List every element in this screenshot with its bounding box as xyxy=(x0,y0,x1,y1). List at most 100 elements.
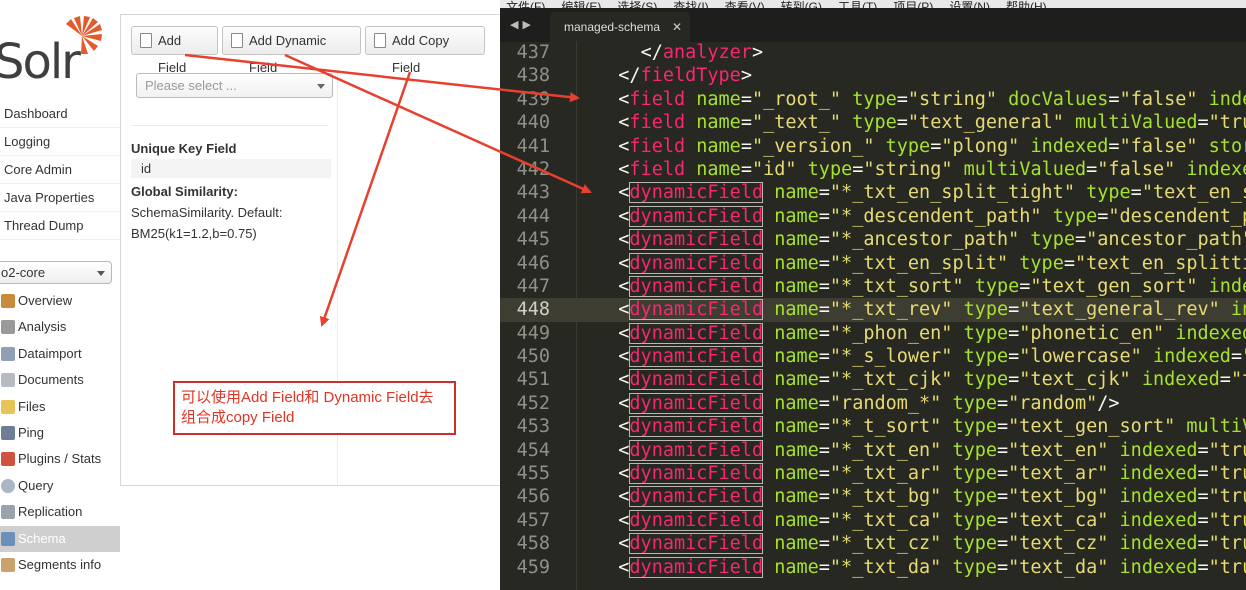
core-nav-label: Dataimport xyxy=(18,345,82,361)
line-number: 439 xyxy=(516,88,550,110)
code-line[interactable]: 452 <dynamicField name="random_*" type="… xyxy=(500,392,1246,415)
code-line[interactable]: 450 <dynamicField name="*_s_lower" type=… xyxy=(500,345,1246,368)
core-nav-files[interactable]: Files xyxy=(0,394,120,420)
code-line[interactable]: 445 <dynamicField name="*_ancestor_path"… xyxy=(500,228,1246,251)
nav-logging[interactable]: Logging xyxy=(0,128,120,156)
code-line[interactable]: 440 <field name="_text_" type="text_gene… xyxy=(500,111,1246,134)
field-select-placeholder: Please select ... xyxy=(145,78,237,93)
add-copy-field-button[interactable]: Add Copy Field xyxy=(365,26,485,75)
menu-item[interactable]: 项目(P) xyxy=(893,0,933,8)
solr-admin: Solr Dashboard Logging Core Admin Java P… xyxy=(0,0,500,590)
menu-item[interactable]: 编辑(E) xyxy=(561,0,601,8)
tab-nav-arrows-icon[interactable]: ◀▶ xyxy=(510,18,535,31)
line-number: 456 xyxy=(516,486,550,508)
menu-item[interactable]: 转到(G) xyxy=(781,0,822,8)
menu-item[interactable]: 工具(T) xyxy=(838,0,877,8)
menu-item[interactable]: 文件(F) xyxy=(506,0,545,8)
code-area[interactable]: 437 </analyzer> 438 </fieldType> 439 <fiel… xyxy=(500,41,1246,579)
tab-title: managed-schema xyxy=(564,20,661,34)
book-icon xyxy=(1,531,15,546)
field-select[interactable]: Please select ... xyxy=(136,73,333,98)
code-line[interactable]: 441 <field name="_version_" type="plong"… xyxy=(500,135,1246,158)
line-number: 442 xyxy=(516,158,550,180)
line-number: 459 xyxy=(516,556,550,578)
core-nav-plugins-stats[interactable]: Plugins / Stats xyxy=(0,446,120,472)
code-line[interactable]: 439 <field name="_root_" type="string" d… xyxy=(500,88,1246,111)
core-nav-dataimport[interactable]: Dataimport xyxy=(0,341,120,367)
menu-item[interactable]: 查看(V) xyxy=(725,0,765,8)
nav-thread-dump[interactable]: Thread Dump xyxy=(0,212,120,240)
code-line[interactable]: 443 <dynamicField name="*_txt_en_split_t… xyxy=(500,181,1246,204)
code-line[interactable]: 451 <dynamicField name="*_txt_cjk" type=… xyxy=(500,368,1246,391)
documents-icon xyxy=(1,373,15,388)
menu-item[interactable]: 选择(S) xyxy=(617,0,657,8)
code-line[interactable]: 438 </fieldType> xyxy=(500,64,1246,87)
core-nav-label: Ping xyxy=(18,424,45,440)
line-number: 457 xyxy=(516,509,550,531)
menu-item[interactable]: 查找(I) xyxy=(673,0,708,8)
core-nav-label: Replication xyxy=(18,504,83,520)
code-line[interactable]: 454 <dynamicField name="*_txt_en" type="… xyxy=(500,439,1246,462)
menu-item[interactable]: 帮助(H) xyxy=(1006,0,1047,8)
code-line[interactable]: 458 <dynamicField name="*_txt_cz" type="… xyxy=(500,532,1246,555)
tab-bar: ◀▶ managed-schema ✕ xyxy=(500,8,1246,42)
add-field-button[interactable]: Add Field xyxy=(131,26,218,75)
code-line[interactable]: 447 <dynamicField name="*_txt_sort" type… xyxy=(500,275,1246,298)
code-text: <dynamicField name="*_txt_en_split_tight… xyxy=(618,182,1246,204)
segments-icon xyxy=(1,557,15,572)
button-label: Add Copy Field xyxy=(392,33,450,75)
code-line[interactable]: 456 <dynamicField name="*_txt_bg" type="… xyxy=(500,485,1246,508)
tab-managed-schema[interactable]: managed-schema ✕ xyxy=(550,12,690,42)
code-line[interactable]: 437 </analyzer> xyxy=(500,41,1246,64)
core-nav-analysis[interactable]: Analysis xyxy=(0,314,120,340)
code-text: <dynamicField name="*_txt_sort" type="te… xyxy=(618,275,1246,297)
add-dynamic-field-button[interactable]: Add Dynamic Field xyxy=(222,26,361,75)
similarity-line-1: SchemaSimilarity. Default: xyxy=(131,205,283,220)
close-icon[interactable]: ✕ xyxy=(672,12,682,42)
core-nav-query[interactable]: Query xyxy=(0,473,120,499)
code-text: <dynamicField name="*_txt_cz" type="text… xyxy=(618,533,1246,555)
line-number: 437 xyxy=(516,42,550,63)
documents-icon xyxy=(231,33,243,48)
core-nav: Overview Analysis Dataimport Documents F… xyxy=(0,288,120,578)
line-number: 446 xyxy=(516,252,550,274)
core-nav-label: Plugins / Stats xyxy=(18,451,102,467)
code-line[interactable]: 442 <field name="id" type="string" multi… xyxy=(500,158,1246,181)
nav-core-admin[interactable]: Core Admin xyxy=(0,156,120,184)
code-line[interactable]: 459 <dynamicField name="*_txt_da" type="… xyxy=(500,556,1246,579)
code-text: <dynamicField name="*_t_sort" type="text… xyxy=(618,416,1246,438)
core-selector-value: o2-core xyxy=(1,265,46,280)
code-line[interactable]: 449 <dynamicField name="*_phon_en" type=… xyxy=(500,322,1246,345)
code-line[interactable]: 448 <dynamicField name="*_txt_rev" type=… xyxy=(500,298,1246,322)
core-nav-ping[interactable]: Ping xyxy=(0,420,120,446)
annotation-line-2: 组合成copy Field xyxy=(181,409,295,426)
core-nav-segments-info[interactable]: Segments info xyxy=(0,552,120,578)
house-icon xyxy=(1,294,15,308)
nav-dashboard[interactable]: Dashboard xyxy=(0,100,120,128)
code-text: <dynamicField name="*_txt_en" type="text… xyxy=(618,439,1246,461)
global-nav: Dashboard Logging Core Admin Java Proper… xyxy=(0,100,120,240)
code-text: <dynamicField name="*_descendent_path" t… xyxy=(618,205,1246,227)
core-nav-overview[interactable]: Overview xyxy=(0,288,120,314)
menu-item[interactable]: 设置(N) xyxy=(949,0,990,8)
code-line[interactable]: 446 <dynamicField name="*_txt_en_split" … xyxy=(500,252,1246,275)
line-number: 441 xyxy=(516,135,550,157)
code-text: <dynamicField name="*_txt_rev" type="tex… xyxy=(618,299,1246,321)
magnifier-icon xyxy=(1,478,15,493)
annotation-note: 可以使用Add Field和 Dynamic Field去 组合成copy Fi… xyxy=(173,381,456,435)
solr-logo[interactable]: Solr xyxy=(0,10,110,90)
code-line[interactable]: 455 <dynamicField name="*_txt_ar" type="… xyxy=(500,462,1246,485)
core-nav-label: Overview xyxy=(18,293,73,308)
button-label: Add Dynamic Field xyxy=(249,33,327,75)
code-text: <field name="_root_" type="string" docVa… xyxy=(618,88,1246,110)
code-line[interactable]: 444 <dynamicField name="*_descendent_pat… xyxy=(500,205,1246,228)
core-nav-label: Analysis xyxy=(18,319,67,335)
code-line[interactable]: 457 <dynamicField name="*_txt_ca" type="… xyxy=(500,509,1246,532)
code-line[interactable]: 453 <dynamicField name="*_t_sort" type="… xyxy=(500,415,1246,438)
core-nav-documents[interactable]: Documents xyxy=(0,367,120,393)
core-selector[interactable]: o2-core xyxy=(0,261,112,284)
core-nav-schema[interactable]: Schema xyxy=(0,525,120,552)
nav-java-properties[interactable]: Java Properties xyxy=(0,184,120,212)
core-nav-replication[interactable]: Replication xyxy=(0,499,120,525)
line-number: 443 xyxy=(516,182,550,204)
